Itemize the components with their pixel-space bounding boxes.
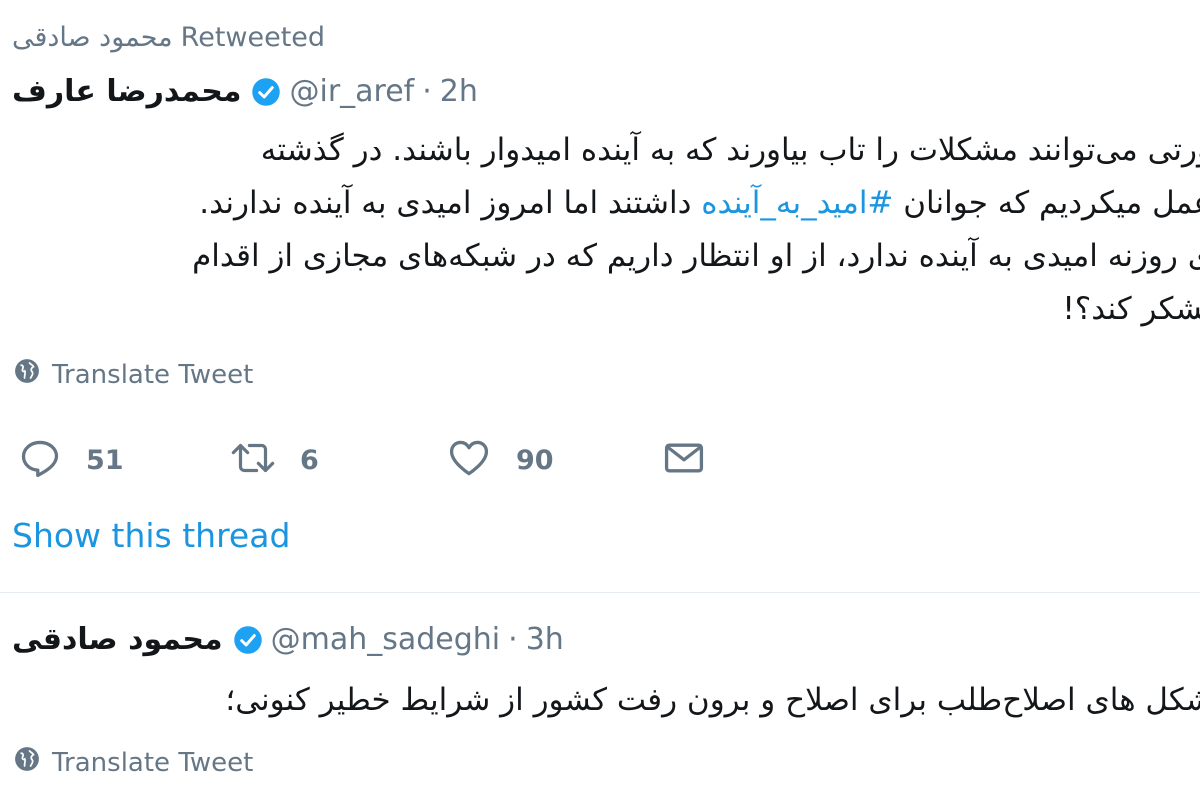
- direct-message-button[interactable]: [662, 432, 706, 488]
- translate-tweet1-link[interactable]: Translate Tweet: [14, 358, 253, 391]
- hashtag-link[interactable]: #امید_به_آینده: [701, 185, 893, 221]
- tweet-divider: [0, 592, 1200, 593]
- translate-tweet2-link[interactable]: Translate Tweet: [14, 746, 253, 779]
- tweet1-line-2b: داشتند اما امروز امیدی به آینده ندارند.: [199, 185, 692, 221]
- retweeted-label: Retweeted: [180, 22, 326, 53]
- show-thread-link[interactable]: Show this thread: [12, 516, 290, 555]
- tweet1-separator: ·: [422, 74, 432, 109]
- tweet2-separator: ·: [508, 622, 518, 657]
- tweet2-author-name[interactable]: محمود صادقی: [12, 622, 223, 657]
- tweet2-author-handle[interactable]: @mah_sadeghi: [271, 622, 501, 657]
- reply-icon: [18, 436, 62, 484]
- tweet1-line-4: تشکر کند؟!: [1062, 291, 1200, 327]
- globe-icon: [14, 746, 52, 779]
- like-button[interactable]: 90: [446, 432, 554, 488]
- tweet2-header: محمود صادقی @mah_sadeghi · 3h: [12, 622, 564, 657]
- tweet1-line-3: ی روزنه امیدی به آینده ندارد، از او انتظ…: [192, 238, 1200, 274]
- retweet-icon: [228, 436, 278, 484]
- verified-badge-icon: [251, 77, 281, 107]
- tweet2-body: شکل های اصلاح‌طلب برای اصلاح و برون رفت …: [0, 674, 1200, 727]
- retweeter-name[interactable]: محمود صادقی: [12, 22, 173, 53]
- tweet2-line-1: شکل های اصلاح‌طلب برای اصلاح و برون رفت …: [225, 682, 1200, 718]
- translate-label: Translate Tweet: [52, 747, 254, 778]
- tweet1-author-name[interactable]: محمدرضا عارف: [12, 74, 241, 109]
- tweet1-header: محمدرضا عارف @ir_aref · 2h: [12, 74, 478, 109]
- translate-label: Translate Tweet: [52, 359, 254, 390]
- retweet-button[interactable]: 6: [228, 432, 319, 488]
- reply-count: 51: [86, 444, 124, 476]
- verified-badge-icon: [233, 625, 263, 655]
- globe-icon: [14, 358, 52, 391]
- tweet1-timestamp[interactable]: 2h: [440, 74, 478, 109]
- reply-button[interactable]: 51: [18, 432, 124, 488]
- retweet-count: 6: [300, 444, 319, 476]
- retweet-context[interactable]: محمود صادقی Retweeted: [12, 22, 325, 53]
- tweet1-line-2: عمل میکردیم که جوانان #امید_به_آینده داش…: [0, 177, 1200, 230]
- tweet1-actions: 51 6 90: [18, 432, 738, 488]
- tweet1-line-2a: عمل میکردیم که جوانان: [903, 185, 1200, 221]
- direct-message-icon: [662, 436, 706, 484]
- like-count: 90: [516, 444, 554, 476]
- tweet1-body: ورتی می‌توانند مشکلات را تاب بیاورند که …: [0, 124, 1200, 336]
- tweet1-line-1: ورتی می‌توانند مشکلات را تاب بیاورند که …: [260, 132, 1200, 168]
- tweet2-timestamp[interactable]: 3h: [526, 622, 564, 657]
- like-icon: [446, 436, 492, 484]
- tweet1-author-handle[interactable]: @ir_aref: [289, 74, 414, 109]
